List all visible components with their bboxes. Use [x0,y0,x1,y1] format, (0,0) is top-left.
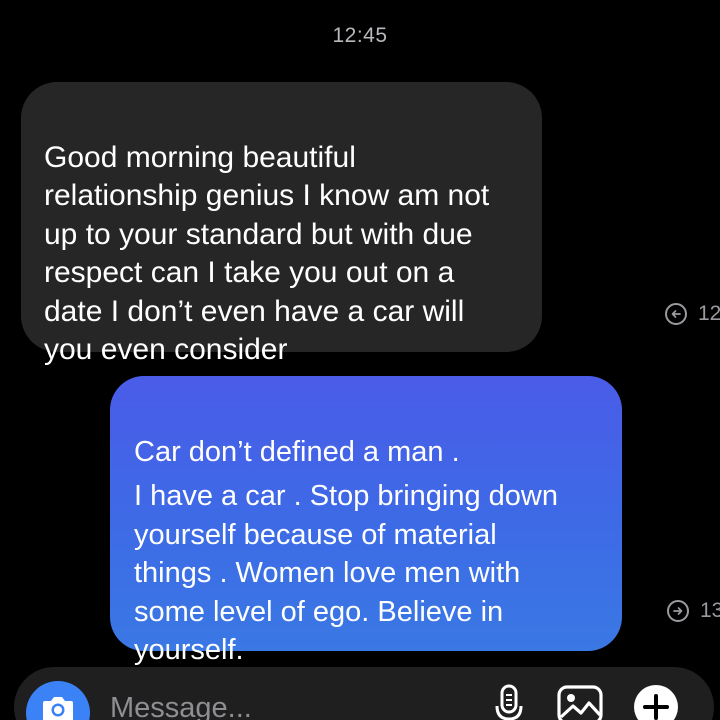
message-input[interactable]: Message... [110,692,252,720]
add-icon [634,685,678,720]
add-button[interactable] [633,684,679,720]
gallery-icon [557,685,603,720]
outgoing-message-first-line: Car don’t defined a man . [134,435,460,468]
message-timestamp: 12:45 [332,24,388,47]
microphone-button[interactable] [492,684,526,720]
incoming-message-bubble[interactable]: Good morning beautiful relationship geni… [21,82,542,366]
microphone-icon [495,684,523,720]
incoming-message-text: Good morning beautiful relationship geni… [44,140,490,367]
incoming-message-time[interactable]: 12 [665,302,720,326]
chat-screen: 12:45 Good morning beautiful relationshi… [0,0,720,720]
forward-arrow-icon [667,600,689,622]
incoming-time-label: 12 [698,302,720,325]
outgoing-message-text: I have a car . Stop bringing down yourse… [134,480,558,666]
reply-arrow-icon [665,303,687,325]
outgoing-message-bubble[interactable]: Car don’t defined a man . I have a car . … [110,376,622,666]
outgoing-time-label: 13 [700,599,720,622]
gallery-button[interactable] [556,684,604,720]
outgoing-message-time[interactable]: 13 [667,599,720,623]
camera-icon [43,697,73,720]
